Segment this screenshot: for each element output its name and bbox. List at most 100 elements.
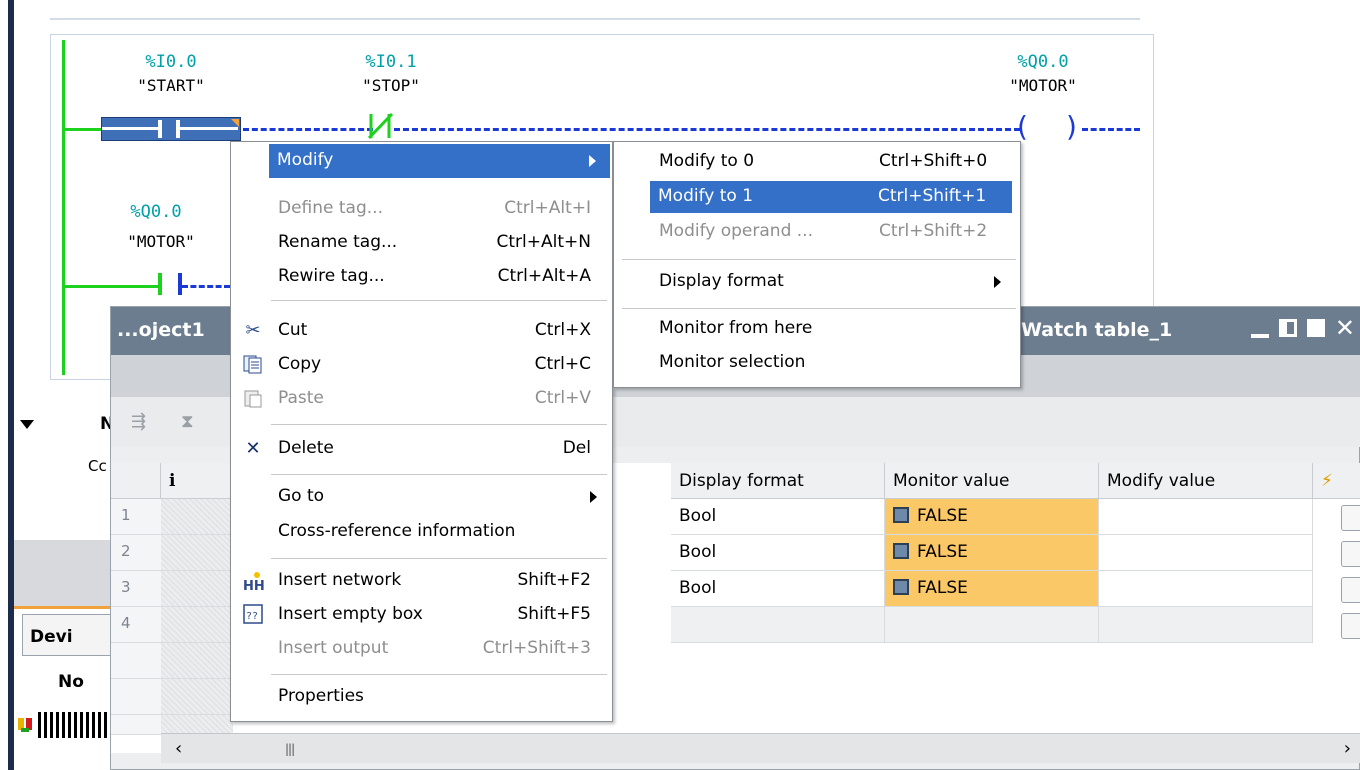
- menu-item-shortcut: Ctrl+V: [534, 388, 591, 408]
- insert-box-icon: ??: [242, 604, 264, 626]
- menu-item-properties[interactable]: Properties: [232, 680, 611, 714]
- window-title: Watch table_1: [1021, 319, 1173, 341]
- modify-checkbox[interactable]: [1341, 577, 1360, 603]
- menu-item-label: Go to: [278, 486, 325, 506]
- menu-item-insert-empty-box[interactable]: ?? Insert empty box Shift+F5: [232, 598, 611, 632]
- monitor-once-icon[interactable]: ⧗: [181, 411, 203, 433]
- column-header-display-format[interactable]: Display format: [671, 463, 885, 499]
- operand-address: %I0.0: [145, 52, 197, 72]
- display-format-cell[interactable]: [671, 607, 885, 643]
- column-header-info[interactable]: i: [161, 463, 233, 499]
- menu-item-rename-tag[interactable]: Rename tag... Ctrl+Alt+N: [232, 226, 611, 260]
- row-info-cell: [161, 715, 233, 735]
- menu-item-cut[interactable]: ✂ Cut Ctrl+X: [232, 314, 611, 348]
- submenu-item-monitor-selection[interactable]: Monitor selection: [615, 347, 1019, 379]
- monitor-value-cell: FALSE: [885, 499, 1099, 535]
- menu-item-paste[interactable]: Paste Ctrl+V: [232, 382, 611, 416]
- menu-item-label: Cross-reference information: [278, 521, 516, 541]
- minimize-icon[interactable]: [1250, 334, 1269, 338]
- menu-separator: [622, 308, 1016, 309]
- column-header-monitor-value[interactable]: Monitor value: [885, 463, 1099, 499]
- menu-separator: [271, 474, 607, 475]
- row-number: 1: [111, 499, 161, 535]
- tab-devices[interactable]: Devi: [22, 614, 112, 656]
- modify-value-cell[interactable]: [1099, 571, 1313, 607]
- menu-item-insert-network[interactable]: HH Insert network Shift+F2: [232, 564, 611, 598]
- menu-item-define-tag[interactable]: Define tag... Ctrl+Alt+I: [232, 192, 611, 226]
- menu-separator: [271, 674, 607, 675]
- bool-state-icon: [893, 507, 909, 523]
- submenu-item-modify-to-0[interactable]: Modify to 0 Ctrl+Shift+0: [615, 146, 1019, 178]
- power-rail: [62, 40, 65, 375]
- menu-item-label: Modify: [277, 150, 334, 170]
- device-icon-strip: [14, 710, 114, 740]
- modify-checkbox[interactable]: [1341, 613, 1360, 639]
- menu-item-copy[interactable]: Copy Ctrl+C: [232, 348, 611, 382]
- menu-item-shortcut: Ctrl+Shift+3: [482, 638, 591, 658]
- operand-address: %Q0.0: [130, 202, 182, 222]
- submenu-item-label: Monitor selection: [659, 352, 806, 372]
- row-number: 3: [111, 571, 161, 607]
- contact-motor[interactable]: [158, 273, 162, 295]
- menu-item-label: Insert network: [278, 570, 402, 590]
- row-info-cell: [161, 535, 233, 571]
- coil-motor-right[interactable]: ): [1066, 110, 1077, 143]
- menu-item-rewire-tag[interactable]: Rewire tag... Ctrl+Alt+A: [232, 260, 611, 294]
- horizontal-scrollbar[interactable]: ‹ ||| ›: [161, 733, 1360, 763]
- scroll-right-icon[interactable]: ›: [1344, 738, 1351, 759]
- menu-separator: [271, 558, 607, 559]
- menu-item-shortcut: Ctrl+Alt+N: [496, 232, 591, 252]
- menu-item-cross-reference[interactable]: Cross-reference information: [232, 515, 611, 549]
- contact-start-selected[interactable]: [101, 117, 241, 141]
- menu-item-label: Copy: [278, 354, 322, 374]
- active-tab-indicator: [14, 606, 114, 609]
- modify-value-cell[interactable]: [1099, 607, 1313, 643]
- submenu-item-label: Modify operand ...: [659, 221, 813, 241]
- monitor-value-cell: [885, 607, 1099, 643]
- modify-value-cell[interactable]: [1099, 535, 1313, 571]
- close-icon[interactable]: ✕: [1335, 316, 1355, 340]
- rung-dashed-wire: [182, 285, 230, 288]
- modify-value-cell[interactable]: [1099, 499, 1313, 535]
- submenu-item-modify-to-1[interactable]: Modify to 1 Ctrl+Shift+1: [650, 181, 1012, 213]
- menu-item-go-to[interactable]: Go to: [232, 480, 611, 514]
- operand-address: %Q0.0: [1017, 52, 1069, 72]
- collapse-caret-icon[interactable]: [20, 420, 34, 429]
- menu-item-label: Cut: [278, 320, 308, 340]
- scroll-thumb-grip-icon[interactable]: |||: [285, 742, 295, 756]
- submenu-arrow-icon: [590, 491, 597, 503]
- rung-dashed-wire: [243, 128, 373, 131]
- modify-checkbox[interactable]: [1341, 505, 1360, 531]
- submenu-item-shortcut: Ctrl+Shift+0: [879, 151, 988, 171]
- menu-item-delete[interactable]: ✕ Delete Del: [232, 432, 611, 466]
- bool-state-icon: [893, 579, 909, 595]
- submenu-item-modify-operand[interactable]: Modify operand ... Ctrl+Shift+2: [615, 216, 1019, 248]
- row-number: [111, 679, 161, 715]
- scroll-left-icon[interactable]: ‹: [175, 738, 182, 759]
- row-info-cell: [161, 499, 233, 535]
- menu-item-modify[interactable]: Modify: [269, 144, 610, 178]
- display-format-cell[interactable]: Bool: [671, 571, 885, 607]
- menu-item-insert-output[interactable]: Insert output Ctrl+Shift+3: [232, 632, 611, 666]
- row-info-cell: [161, 679, 233, 715]
- submenu-item-monitor-from-here[interactable]: Monitor from here: [615, 313, 1019, 345]
- rung-wire: [62, 128, 102, 131]
- monitor-all-icon[interactable]: ⇶: [131, 411, 153, 433]
- submenu-item-display-format[interactable]: Display format: [615, 266, 1019, 298]
- menu-item-shortcut: Ctrl+C: [534, 354, 591, 374]
- display-format-cell[interactable]: Bool: [671, 535, 885, 571]
- coil-motor-left[interactable]: (: [1017, 110, 1028, 143]
- menu-item-shortcut: Ctrl+X: [534, 320, 591, 340]
- panel-label: Cc: [88, 457, 107, 475]
- maximize-icon[interactable]: [1306, 319, 1325, 337]
- modify-checkbox[interactable]: [1341, 541, 1360, 567]
- display-format-cell[interactable]: Bool: [671, 499, 885, 535]
- lightning-icon[interactable]: ⚡: [1313, 463, 1360, 499]
- column-header-modify-value[interactable]: Modify value: [1099, 463, 1313, 499]
- rung-dashed-wire: [1082, 128, 1140, 131]
- float-window-icon[interactable]: [1278, 319, 1297, 337]
- insert-network-icon: HH: [242, 570, 265, 594]
- menu-item-label: Insert output: [278, 638, 389, 658]
- context-menu: Modify Define tag... Ctrl+Alt+I Rename t…: [230, 141, 613, 722]
- row-info-cell: [161, 571, 233, 607]
